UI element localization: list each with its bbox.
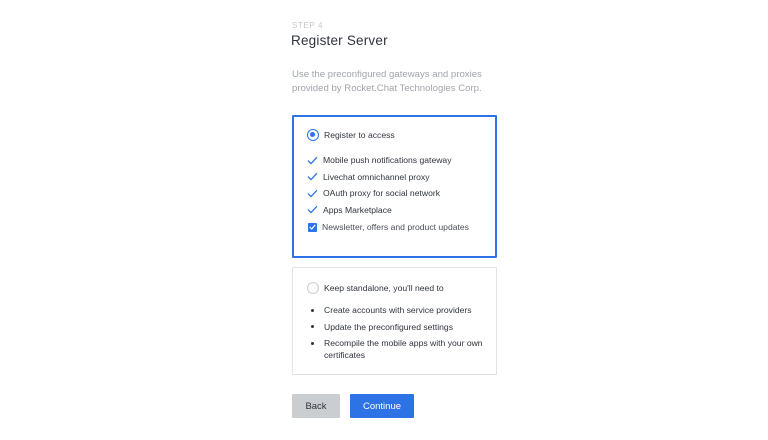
register-feature-list: Mobile push notifications gateway Livech… [307, 152, 452, 218]
step-indicator: STEP 4 [292, 21, 324, 30]
check-icon [307, 189, 318, 198]
register-server-step: STEP 4 Register Server Use the preconfig… [0, 0, 768, 440]
list-item-text: Update the preconfigured settings [324, 321, 453, 332]
bullet-icon [311, 325, 314, 328]
standalone-radio-label: Keep standalone, you'll need to [324, 283, 444, 293]
page-title: Register Server [291, 33, 388, 48]
register-option-card[interactable]: Register to access Mobile push notificat… [292, 115, 497, 258]
checkbox-check-icon [309, 224, 316, 230]
list-item: Recompile the mobile apps with your own … [307, 337, 484, 361]
feature-label: OAuth proxy for social network [323, 188, 441, 199]
check-icon [307, 156, 318, 165]
newsletter-checkbox[interactable] [308, 222, 317, 232]
check-icon [307, 206, 318, 214]
feature-item: Livechat omnichannel proxy [307, 169, 452, 186]
bullet-icon [311, 308, 314, 312]
newsletter-row[interactable]: Newsletter, offers and product updates [308, 222, 469, 232]
continue-button[interactable]: Continue [350, 394, 414, 418]
bullet-icon [311, 341, 314, 345]
check-icon [307, 173, 318, 181]
feature-label: Apps Marketplace [323, 204, 392, 215]
feature-item: Apps Marketplace [307, 202, 452, 219]
register-radio-row[interactable]: Register to access [307, 129, 395, 141]
standalone-radio-row[interactable]: Keep standalone, you'll need to [307, 282, 444, 294]
list-item: Update the preconfigured settings [307, 321, 484, 333]
register-radio-label: Register to access [324, 130, 395, 140]
list-item-text: Recompile the mobile apps with your own … [324, 338, 483, 360]
feature-label: Mobile push notifications gateway [323, 155, 452, 166]
feature-label: Livechat omnichannel proxy [323, 171, 430, 182]
page-description: Use the preconfigured gateways and proxi… [292, 69, 482, 94]
list-item: Create accounts with service providers [307, 304, 484, 316]
register-radio[interactable] [307, 129, 319, 141]
standalone-radio[interactable] [307, 282, 319, 294]
feature-item: OAuth proxy for social network [307, 185, 452, 202]
list-item-text: Create accounts with service providers [324, 305, 472, 315]
feature-item: Mobile push notifications gateway [307, 152, 452, 169]
standalone-option-card[interactable]: Keep standalone, you'll need to Create a… [292, 267, 497, 375]
newsletter-label: Newsletter, offers and product updates [322, 222, 469, 232]
back-button[interactable]: Back [292, 394, 340, 418]
standalone-requirement-list: Create accounts with service providers U… [307, 304, 484, 366]
